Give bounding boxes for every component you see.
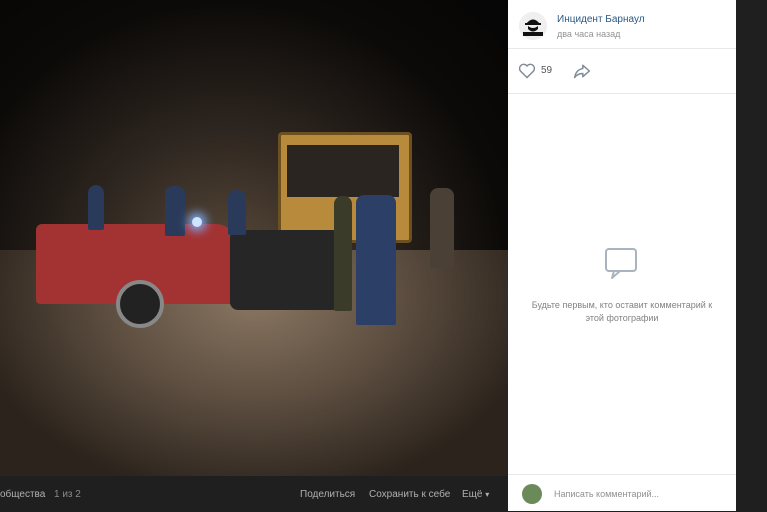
more-label: Ещё [462, 489, 483, 500]
person [430, 188, 454, 268]
share-arrow-icon[interactable] [572, 62, 592, 80]
community-name[interactable]: Инцидент Барнаул [557, 14, 645, 25]
flashlight [192, 217, 202, 227]
viewer-backdrop[interactable] [736, 0, 767, 511]
damaged-car [36, 224, 236, 328]
more-button[interactable]: Ещё ▾ [462, 489, 489, 500]
post-header: Инцидент Барнаул два часа назад [508, 0, 736, 49]
comment-form [508, 474, 736, 512]
person [228, 190, 246, 235]
post-time[interactable]: два часа назад [557, 29, 620, 39]
person [334, 196, 352, 311]
photo-counter: 1 из 2 [54, 489, 81, 500]
speech-bubble-icon [605, 248, 637, 279]
photo[interactable] [0, 0, 508, 476]
comments-panel: Инцидент Барнаул два часа назад 59 Будьт… [508, 0, 736, 511]
comment-input[interactable] [554, 485, 724, 503]
save-button[interactable]: Сохранить к себе [369, 489, 450, 500]
user-avatar[interactable] [522, 484, 542, 504]
person [165, 186, 185, 236]
chevron-down-icon: ▾ [485, 490, 490, 499]
share-button[interactable]: Поделиться [300, 489, 355, 500]
community-avatar[interactable] [519, 12, 547, 40]
empty-comments-text: Будьте первым, кто оставит комментарий к… [531, 300, 713, 323]
person [88, 185, 104, 230]
community-logo [519, 12, 547, 40]
album-link[interactable]: общества [0, 489, 45, 500]
person [356, 195, 396, 325]
like-count: 59 [541, 65, 553, 76]
photo-bottom-bar: общества 1 из 2 Поделиться Сохранить к с… [0, 476, 508, 511]
heart-icon[interactable] [518, 63, 536, 79]
wreck [230, 230, 340, 310]
post-actions: 59 [508, 49, 736, 94]
